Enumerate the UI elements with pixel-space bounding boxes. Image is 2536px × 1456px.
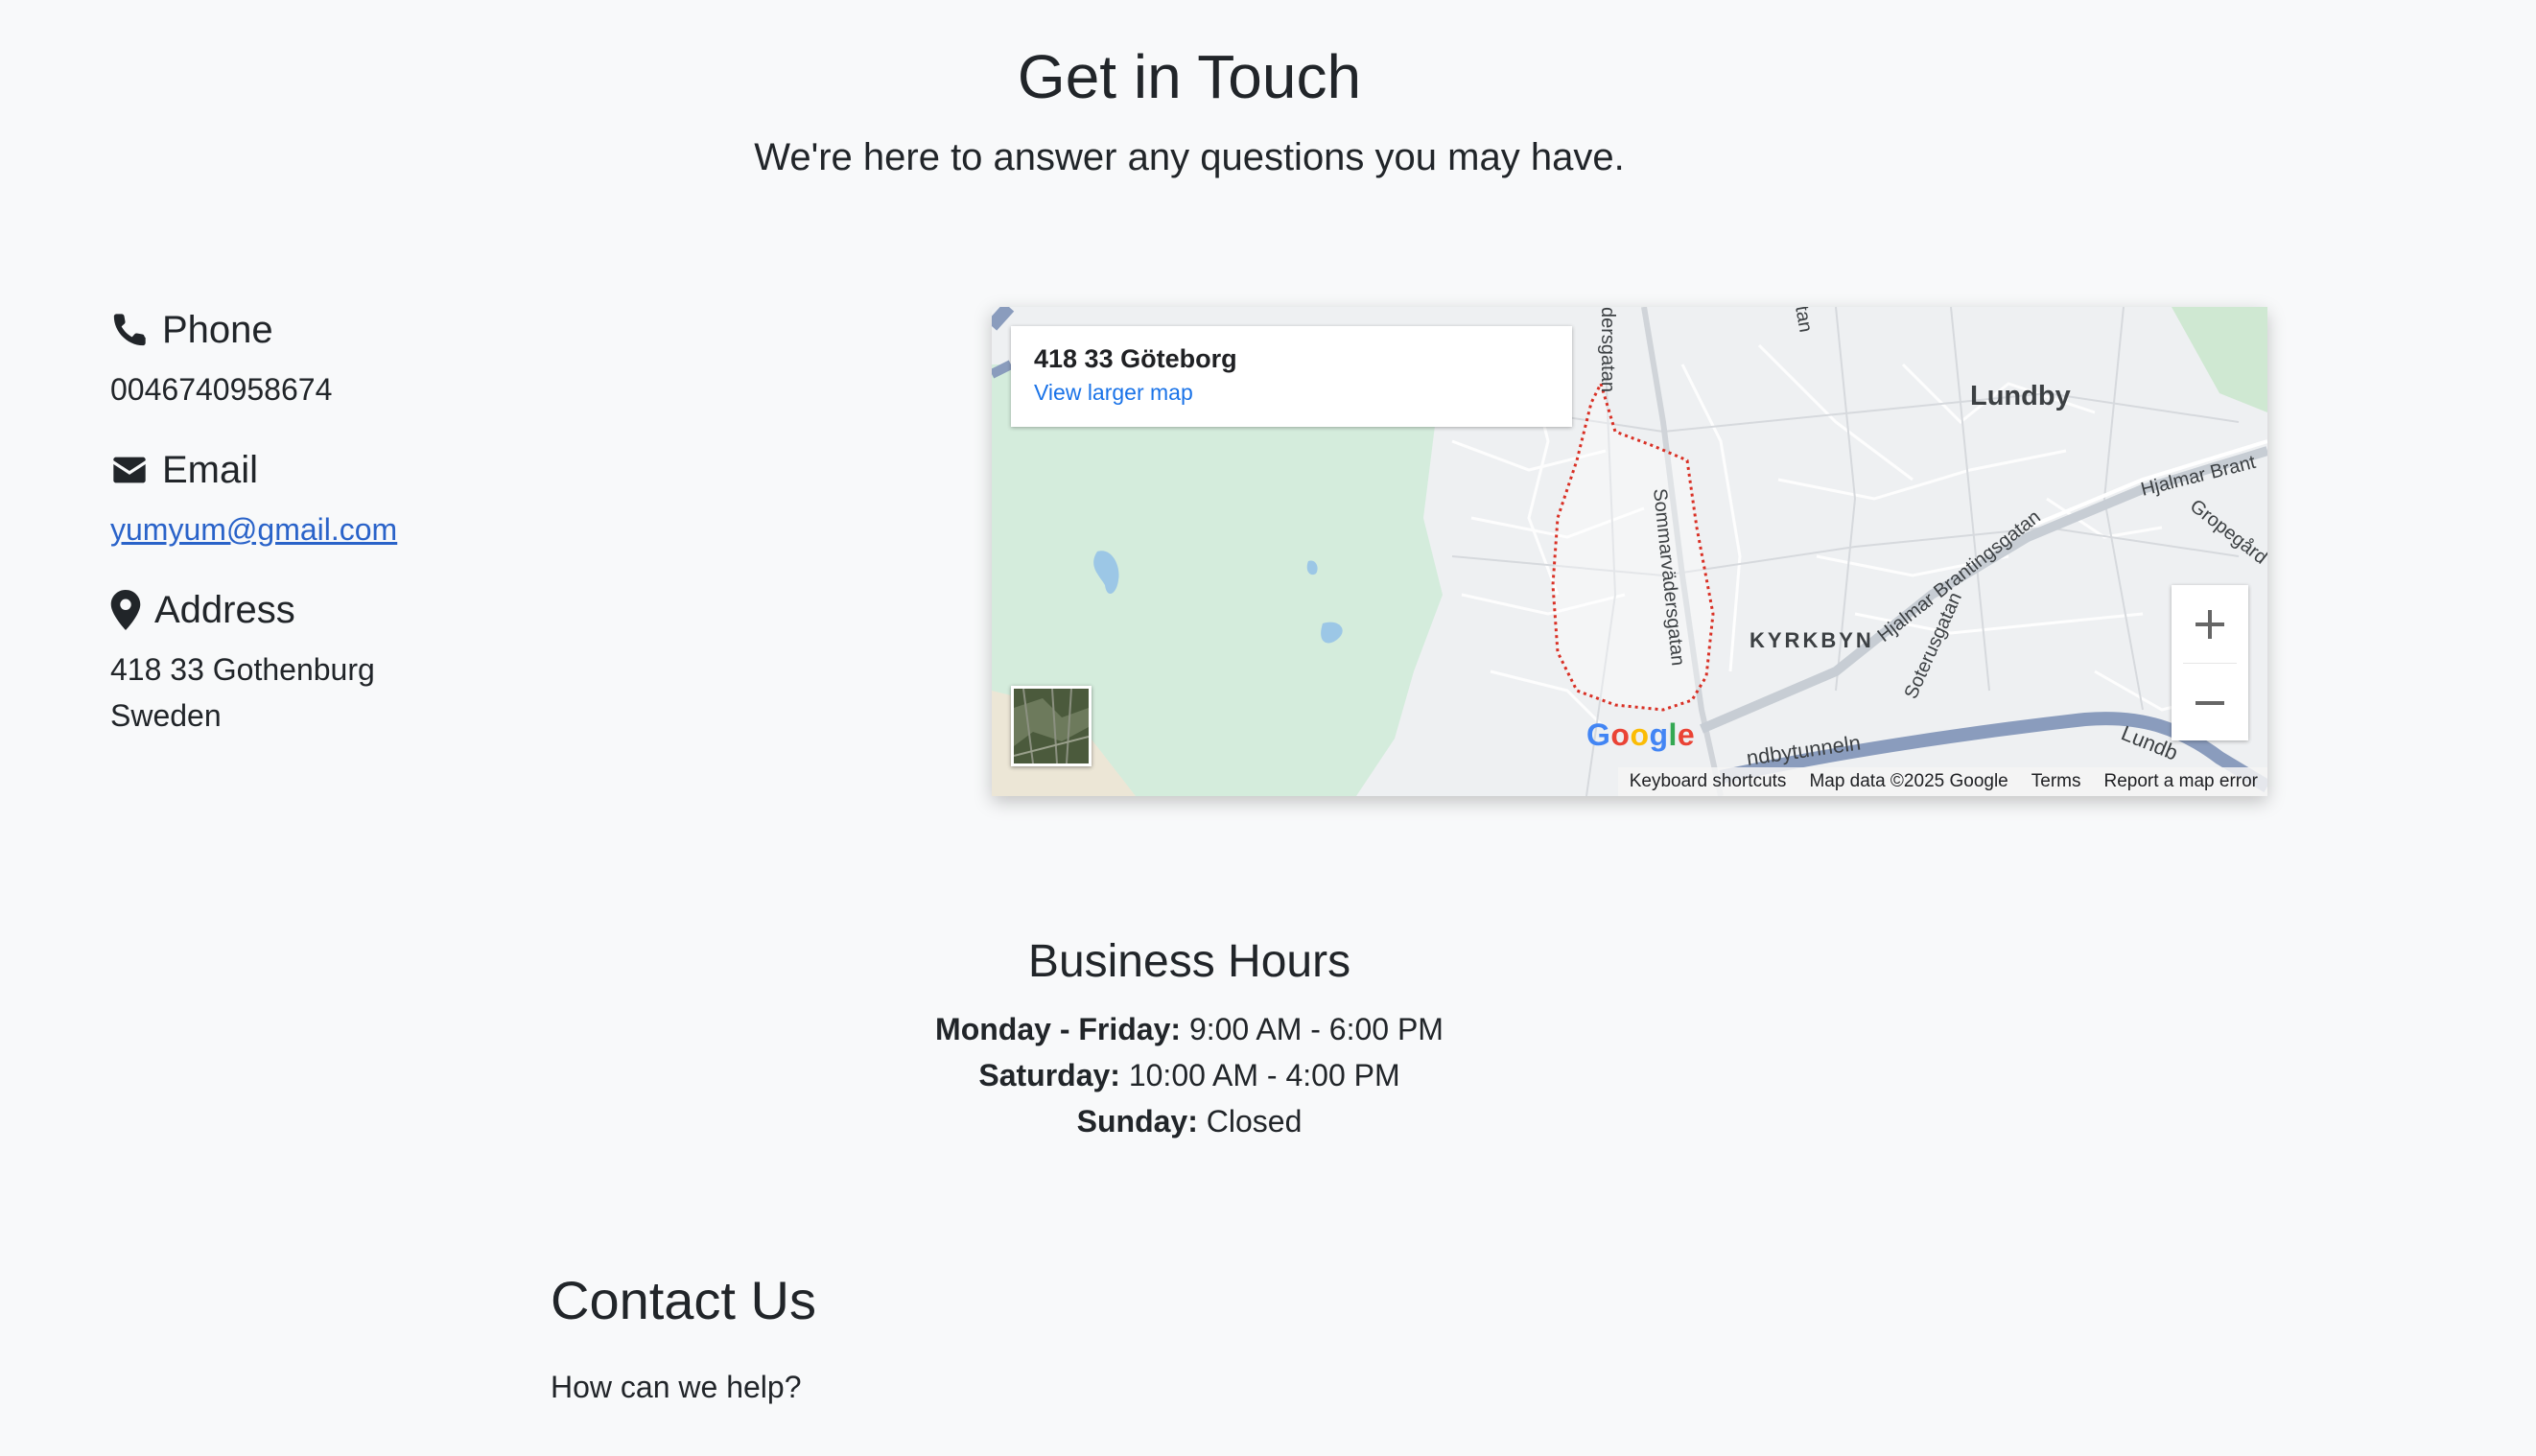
- business-hours-list: Monday - Friday: 9:00 AM - 6:00 PM Satur…: [0, 1006, 2379, 1144]
- page-subtitle: We're here to answer any questions you m…: [754, 136, 1625, 178]
- phone-heading: Phone: [110, 299, 878, 361]
- minus-icon: [2196, 700, 2224, 705]
- email-link-wrap: yumyum@gmail.com: [110, 506, 878, 552]
- hours-time: 9:00 AM - 6:00 PM: [1188, 1012, 1444, 1046]
- address-block: Address 418 33 Gothenburg Sweden: [110, 579, 878, 739]
- hours-row-sunday: Sunday: Closed: [0, 1098, 2379, 1144]
- email-label: Email: [162, 449, 259, 491]
- phone-block: Phone 0046740958674: [110, 299, 878, 412]
- contact-prompt: How can we help?: [551, 1370, 802, 1404]
- embedded-map[interactable]: Lundby KYRKBYN dersgatan tan Sommarväder…: [992, 307, 2267, 796]
- hours-row-saturday: Saturday: 10:00 AM - 4:00 PM: [0, 1052, 2379, 1098]
- email-block: Email yumyum@gmail.com: [110, 439, 878, 552]
- address-label: Address: [154, 589, 295, 631]
- business-hours-title: Business Hours: [1027, 936, 1351, 987]
- report-map-error-link[interactable]: Report a map error: [2103, 771, 2258, 792]
- map-footer: Keyboard shortcuts Map data ©2025 Google…: [1617, 767, 2267, 796]
- address-line-1: 418 33 Gothenburg: [110, 652, 375, 687]
- phone-value: 0046740958674: [110, 372, 333, 407]
- view-larger-map-link[interactable]: View larger map: [1034, 376, 1549, 409]
- map-place-title: 418 33 Göteborg: [1034, 344, 1237, 373]
- hours-day: Saturday:: [978, 1058, 1120, 1092]
- hours-day: Sunday:: [1076, 1104, 1198, 1139]
- email-link[interactable]: yumyum@gmail.com: [110, 512, 397, 547]
- terms-link[interactable]: Terms: [2031, 771, 2081, 792]
- map-label-street-1: dersgatan: [1597, 307, 1618, 392]
- hours-day: Monday - Friday:: [935, 1012, 1182, 1046]
- contact-info: Phone 0046740958674 Email yumyum@gmail.c…: [110, 299, 878, 765]
- map-data-credit: Map data ©2025 Google: [1809, 771, 2008, 791]
- map-info-card: 418 33 Göteborg View larger map: [1011, 326, 1572, 427]
- google-logo: Google: [1586, 717, 1696, 752]
- hours-row-weekdays: Monday - Friday: 9:00 AM - 6:00 PM: [0, 1006, 2379, 1052]
- phone-icon: [110, 311, 149, 349]
- satellite-toggle-button[interactable]: [1011, 686, 1092, 766]
- map-marker-icon: [110, 590, 141, 630]
- envelope-icon: [110, 451, 149, 489]
- hours-time: Closed: [1206, 1104, 1303, 1139]
- keyboard-shortcuts-link[interactable]: Keyboard shortcuts: [1630, 771, 1787, 792]
- phone-label: Phone: [162, 309, 273, 351]
- map-zoom-control: [2172, 585, 2248, 740]
- email-heading: Email: [110, 439, 878, 501]
- address-line-2: Sweden: [110, 698, 222, 733]
- page-title: Get in Touch: [1017, 42, 1362, 111]
- satellite-thumbnail-icon: [1014, 689, 1089, 763]
- contact-us-title: Contact Us: [551, 1270, 816, 1330]
- map-label-kyrkbyn: KYRKBYN: [1749, 628, 1874, 652]
- address-heading: Address: [110, 579, 878, 641]
- map-label-lundby: Lundby: [1970, 381, 2071, 411]
- zoom-out-button[interactable]: [2172, 664, 2248, 741]
- plus-icon: [2196, 609, 2224, 639]
- hours-time: 10:00 AM - 4:00 PM: [1128, 1058, 1400, 1092]
- zoom-in-button[interactable]: [2172, 585, 2248, 663]
